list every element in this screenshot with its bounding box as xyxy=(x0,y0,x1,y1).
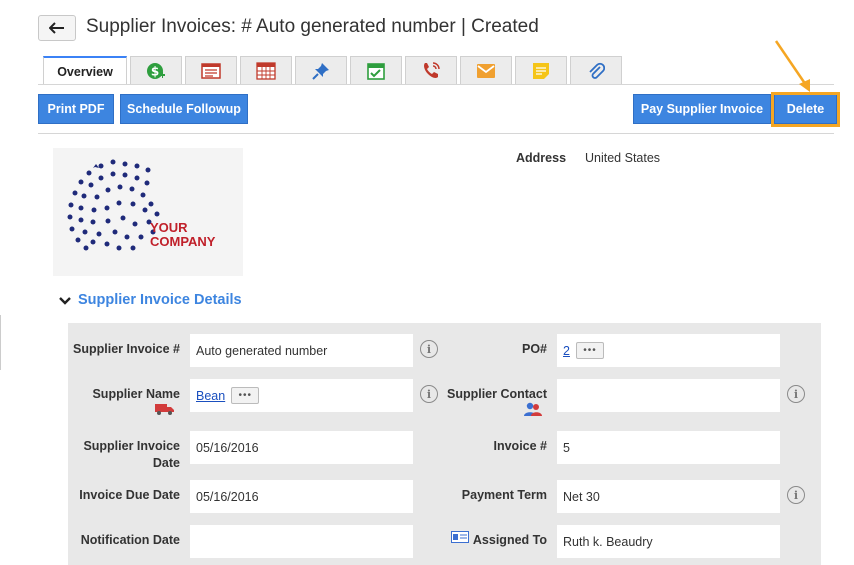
address-label: Address xyxy=(516,151,567,165)
print-pdf-button[interactable]: Print PDF xyxy=(38,94,114,124)
tab-invoice-list[interactable] xyxy=(185,56,237,85)
info-icon[interactable]: i xyxy=(787,385,805,403)
pay-supplier-invoice-button[interactable]: Pay Supplier Invoice xyxy=(633,94,771,124)
more-options-button[interactable]: ••• xyxy=(575,342,604,359)
notification-date-field[interactable] xyxy=(190,525,413,558)
left-edge-marker xyxy=(0,315,4,370)
supplier-contact-field[interactable] xyxy=(557,379,780,412)
tab-bar: Overview $ xyxy=(43,56,625,85)
supplier-invoice-date-label-line1: Supplier Invoice xyxy=(83,439,180,453)
back-button[interactable] xyxy=(38,15,76,41)
section-toggle[interactable]: Supplier Invoice Details xyxy=(58,292,242,308)
invoice-due-date-value: 05/16/2016 xyxy=(196,489,259,504)
section-title: Supplier Invoice Details xyxy=(78,292,242,308)
supplier-name-label: Supplier Name xyxy=(92,387,180,401)
calendar-grid-icon xyxy=(256,62,276,80)
tab-money[interactable]: $ xyxy=(130,56,182,85)
pointer-arrow-icon xyxy=(774,40,810,92)
payment-term-field[interactable]: Net 30 xyxy=(557,480,780,513)
invoice-num-field[interactable]: 5 xyxy=(557,431,780,464)
invoice-num-value: 5 xyxy=(563,440,570,455)
invoice-list-icon xyxy=(201,63,221,79)
money-icon: $ xyxy=(147,63,165,79)
supplier-invoice-date-field[interactable]: 05/16/2016 xyxy=(190,431,413,464)
phone-icon xyxy=(424,62,440,78)
more-options-button[interactable]: ••• xyxy=(231,387,260,404)
supplier-invoice-num-label: Supplier Invoice # xyxy=(73,342,180,356)
assigned-to-value: Ruth k. Beaudry xyxy=(563,534,653,549)
company-logo: YOUR COMPANY xyxy=(53,148,243,276)
tab-attachment[interactable] xyxy=(570,56,622,85)
tab-pin[interactable] xyxy=(295,56,347,85)
supplier-name-field[interactable]: Bean ••• xyxy=(190,379,413,412)
globe-stars-icon: YOUR COMPANY xyxy=(67,159,216,251)
supplier-invoice-date-label-line2: Date xyxy=(152,456,180,470)
invoice-due-date-label: Invoice Due Date xyxy=(79,488,180,502)
tab-calendar-check[interactable] xyxy=(350,56,402,85)
tab-note[interactable] xyxy=(515,56,567,85)
payment-term-label: Payment Term xyxy=(461,488,547,502)
tab-phone[interactable] xyxy=(405,56,457,85)
toolbar-divider xyxy=(38,133,834,134)
assigned-to-field[interactable]: Ruth k. Beaudry xyxy=(557,525,780,558)
supplier-invoice-num-value: Auto generated number xyxy=(196,343,328,358)
chevron-down-icon xyxy=(59,297,71,305)
tab-calendar-grid[interactable] xyxy=(240,56,292,85)
payment-term-value: Net 30 xyxy=(563,489,600,504)
tab-overview[interactable]: Overview xyxy=(43,56,127,85)
po-num-label: PO# xyxy=(521,342,547,356)
tab-mail[interactable] xyxy=(460,56,512,85)
supplier-invoice-date-label: Supplier Invoice Date xyxy=(70,438,180,472)
truck-icon xyxy=(155,404,174,415)
note-icon xyxy=(533,63,549,79)
info-icon[interactable]: i xyxy=(420,385,438,403)
svg-text:$: $ xyxy=(151,65,159,79)
logo-text-line1: YOUR xyxy=(150,220,188,235)
contacts-icon xyxy=(524,402,542,416)
page-title: Supplier Invoices: # Auto generated numb… xyxy=(86,16,539,37)
invoice-due-date-field[interactable]: 05/16/2016 xyxy=(190,480,413,513)
supplier-name-link[interactable]: Bean xyxy=(196,389,225,403)
schedule-followup-button[interactable]: Schedule Followup xyxy=(120,94,248,124)
invoice-num-label: Invoice # xyxy=(493,439,548,453)
calendar-check-icon xyxy=(367,63,385,80)
po-num-link[interactable]: 2 xyxy=(563,344,570,358)
info-icon[interactable]: i xyxy=(420,340,438,358)
notification-date-label: Notification Date xyxy=(80,533,180,547)
assigned-to-label: Assigned To xyxy=(472,533,547,547)
paperclip-icon xyxy=(589,62,605,79)
info-icon[interactable]: i xyxy=(787,486,805,504)
supplier-invoice-date-value: 05/16/2016 xyxy=(196,440,259,455)
po-num-field[interactable]: 2 ••• xyxy=(557,334,780,367)
address-value: United States xyxy=(585,151,661,165)
pin-icon xyxy=(312,63,329,80)
logo-text-line2: COMPANY xyxy=(150,234,216,249)
mail-icon xyxy=(477,64,495,78)
tab-overview-label: Overview xyxy=(57,64,113,79)
delete-highlight-frame xyxy=(771,92,840,127)
id-card-icon xyxy=(451,531,469,543)
arrow-left-icon xyxy=(49,22,64,34)
supplier-invoice-num-field[interactable]: Auto generated number xyxy=(190,334,413,367)
tab-divider xyxy=(38,84,834,85)
